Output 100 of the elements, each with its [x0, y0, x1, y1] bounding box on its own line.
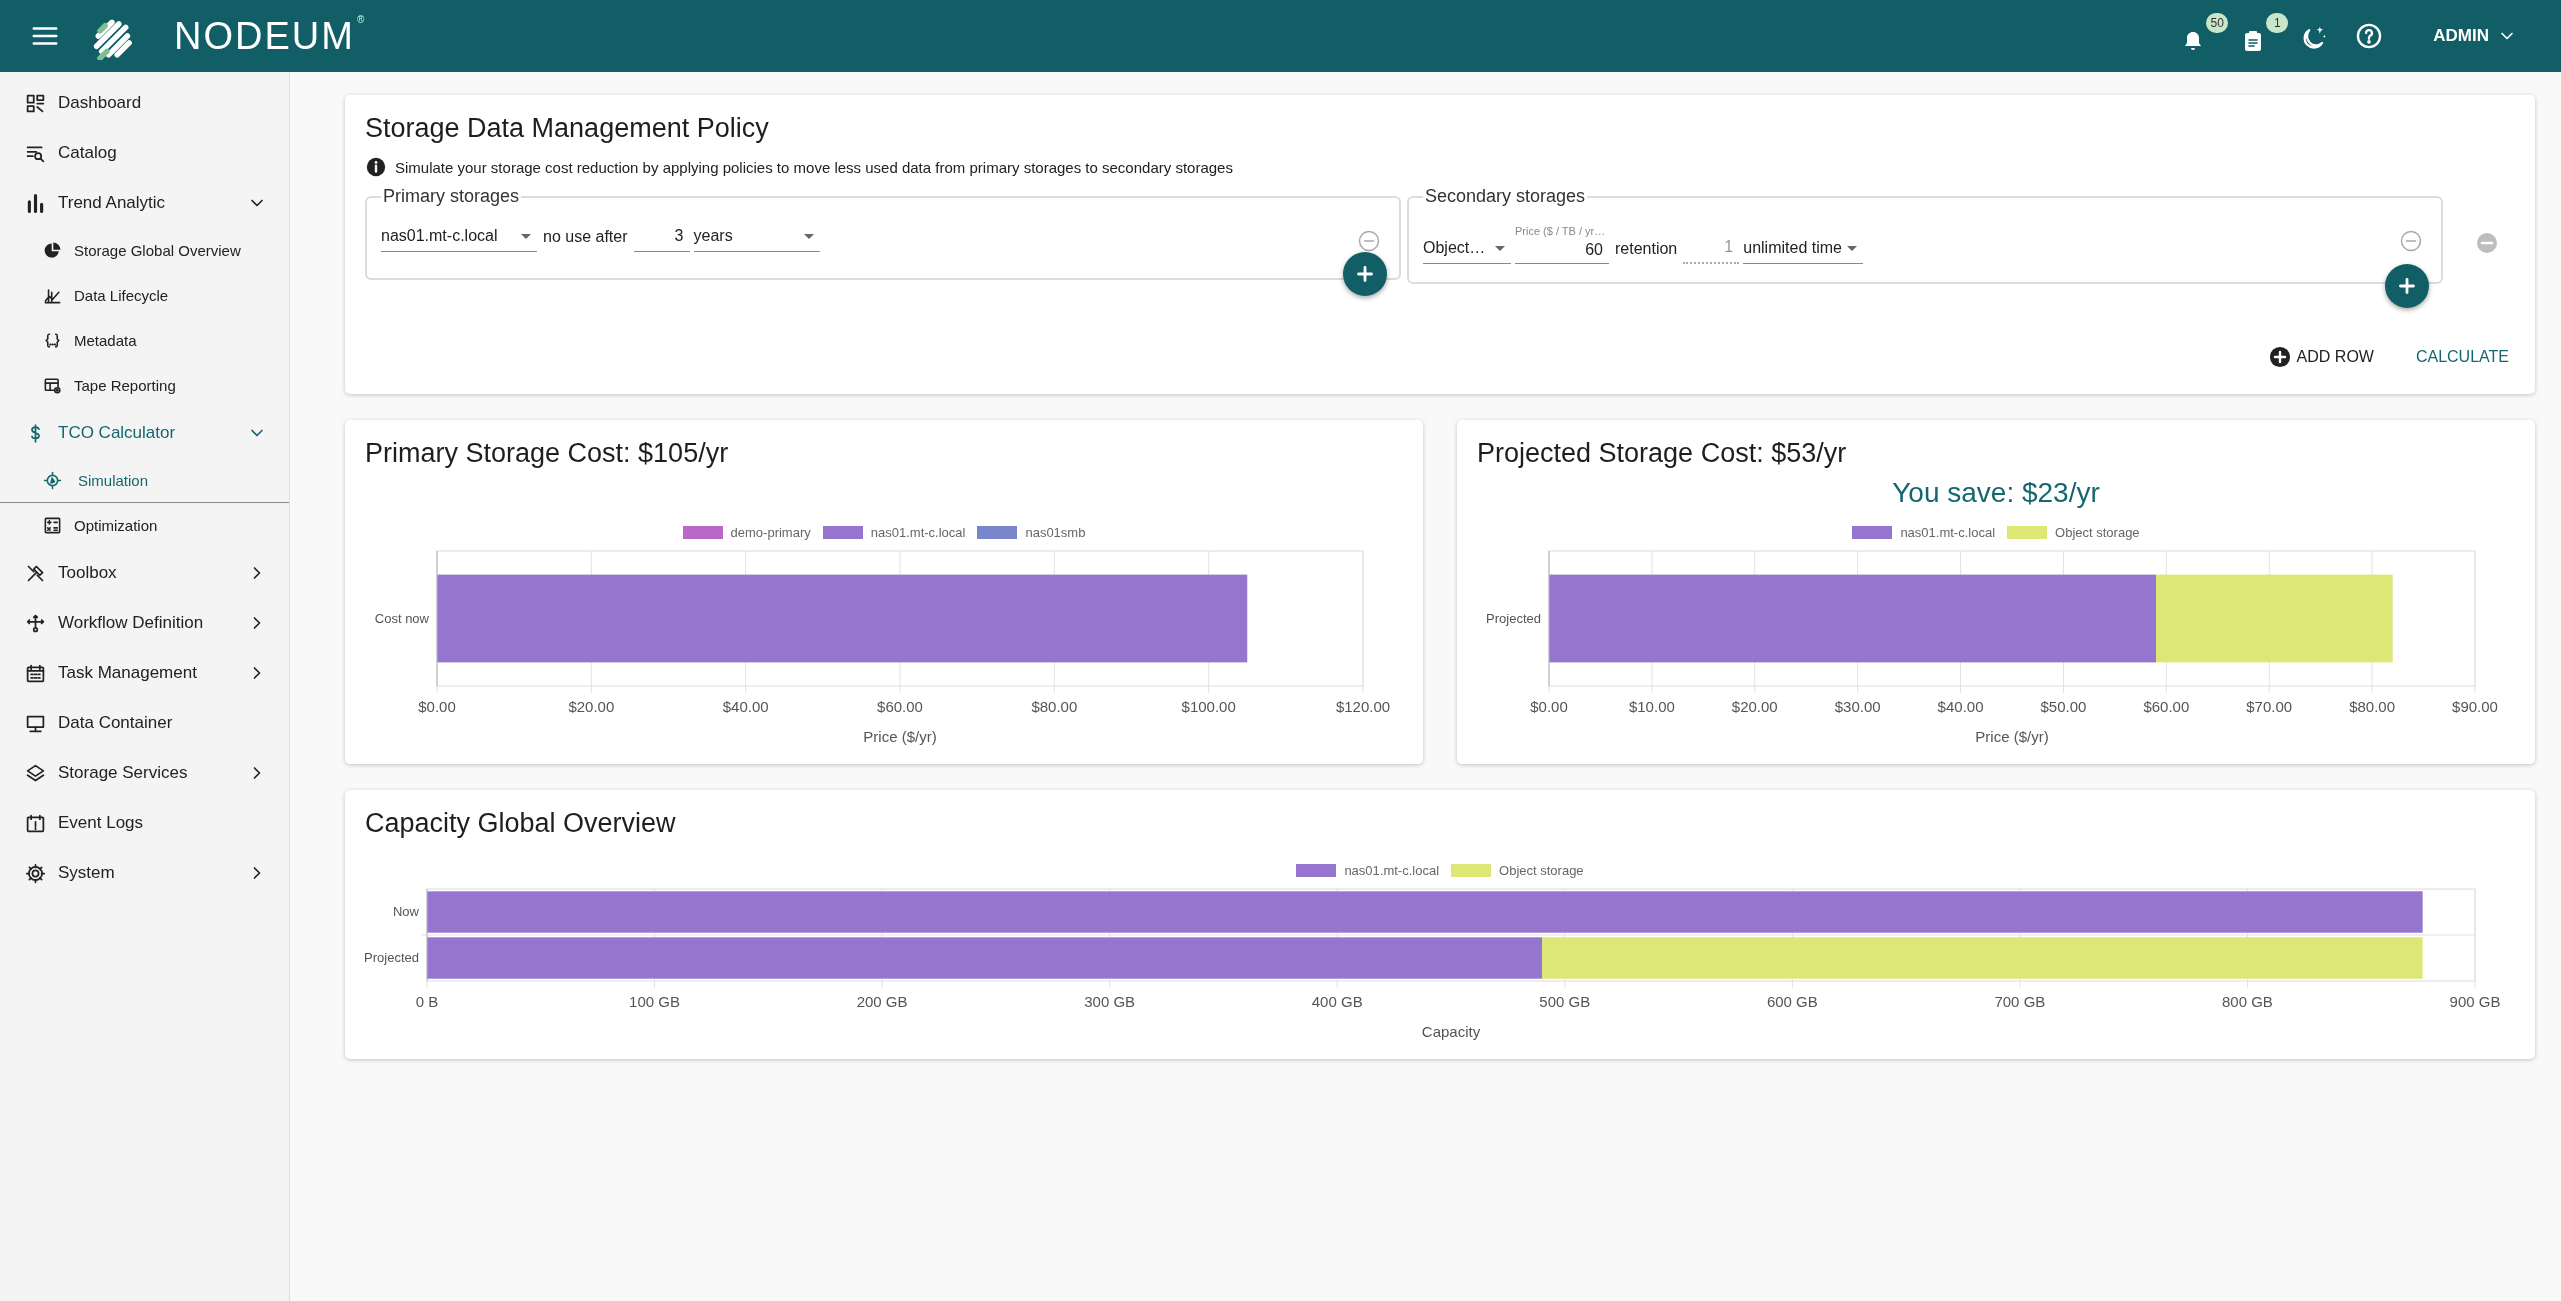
sidebar-subitem[interactable]: Simulation	[0, 458, 289, 503]
storage-select[interactable]: Object…	[1423, 233, 1511, 264]
arrows-icon	[25, 612, 46, 634]
sidebar-item[interactable]: Data Container	[0, 698, 289, 748]
legend-label: nas01.mt-c.local	[1344, 862, 1440, 878]
axis-tick-label: $80.00	[1031, 698, 1078, 715]
sidebar-subitem[interactable]: Data Lifecycle	[0, 273, 289, 318]
pie-chart-icon	[43, 241, 62, 260]
axis-tick-label: $0.00	[1530, 698, 1568, 715]
calendar-alert-icon	[25, 812, 46, 834]
legend-label: nas01smb	[1025, 524, 1086, 540]
axis-tick-label: $50.00	[2040, 698, 2087, 715]
axis-tick-label: $90.00	[2452, 698, 2498, 715]
notification-badge: 50	[2206, 13, 2229, 33]
compass-icon	[43, 470, 62, 490]
axis-tick-label: $10.00	[1628, 698, 1675, 715]
axis-tick-label: $30.00	[1834, 698, 1881, 715]
category-label: Projected	[1486, 610, 1541, 626]
info-text: Simulate your storage cost reduction by applying policies to move less used data from primary storages to secondary storages	[395, 158, 1233, 176]
unit-select[interactable]: years	[693, 221, 820, 252]
axis-tick-label: 400 GB	[1311, 993, 1363, 1010]
help-icon[interactable]	[2355, 22, 2384, 50]
axis-tick-label: $40.00	[722, 698, 769, 715]
grid-icon	[25, 92, 46, 114]
axis-tick-label: 800 GB	[2222, 993, 2273, 1010]
axis-tick-label: $40.00	[1937, 698, 1984, 715]
add-row-button[interactable]: ADD ROW	[2268, 342, 2374, 372]
info-icon	[365, 156, 387, 178]
category-label: Cost now	[374, 610, 429, 626]
calendar-icon	[25, 662, 46, 684]
card-title: Projected Storage Cost: $53/yr	[1477, 438, 1848, 469]
bar-chart-icon	[25, 192, 46, 214]
axis-title: Price ($/yr)	[863, 728, 937, 745]
axis-tick-label: $80.00	[2349, 698, 2396, 715]
storage-select[interactable]: nas01.mt-c.local	[381, 221, 537, 252]
sidebar-item[interactable]: Task Management	[0, 648, 289, 698]
sidebar-subitem[interactable]: Tape Reporting	[0, 363, 289, 408]
line-chart-icon	[43, 286, 62, 305]
axis-tick-label: 700 GB	[1994, 993, 2046, 1010]
add-button[interactable]	[1343, 252, 1387, 296]
card-title: Capacity Global Overview	[365, 808, 677, 839]
sidebar-item[interactable]: Workflow Definition	[0, 598, 289, 648]
category-label: Projected	[365, 950, 419, 965]
price-field[interactable]: Price ($ / TB / yr… 60	[1515, 221, 1609, 264]
sidebar-item[interactable]: System	[0, 848, 289, 898]
logo-text: NODEUM	[174, 14, 355, 58]
axis-tick-label: $20.00	[568, 698, 615, 715]
axis-tick-label: $120.00	[1335, 698, 1391, 715]
sidebar-item[interactable]: Storage Services	[0, 748, 289, 798]
user-menu-button[interactable]: ADMIN	[2429, 22, 2521, 50]
axis-title: Price ($/yr)	[1975, 728, 2049, 745]
settings-icon	[25, 862, 46, 884]
sidebar-item[interactable]: Toolbox	[0, 548, 289, 598]
braces-icon	[43, 331, 62, 350]
sidebar-subitem[interactable]: Storage Global Overview	[0, 228, 289, 273]
axis-tick-label: $60.00	[2143, 698, 2190, 715]
sidebar-subitem[interactable]: Metadata	[0, 318, 289, 363]
axis-tick-label: 200 GB	[856, 993, 908, 1010]
amount-field[interactable]: 3	[633, 221, 690, 252]
axis-tick-label: $0.00	[418, 698, 456, 715]
axis-tick-label: 600 GB	[1766, 993, 1818, 1010]
field-label: retention	[1614, 239, 1679, 259]
table-eye-icon	[43, 376, 62, 395]
add-button[interactable]	[2385, 264, 2429, 308]
sidebar-item[interactable]: Catalog	[0, 128, 289, 178]
group-legend: Secondary storages	[1423, 186, 1588, 207]
plus-circle-icon	[2268, 346, 2291, 368]
axis-tick-label: $20.00	[1731, 698, 1778, 715]
legend-label: Object storage	[1499, 862, 1584, 878]
sidebar-item[interactable]: TCO Calculator	[0, 408, 289, 458]
savings-text: You save: $23/yr	[1891, 477, 2101, 509]
card-title: Storage Data Management Policy	[365, 113, 770, 144]
axis-tick-label: $100.00	[1181, 698, 1236, 715]
dropdown-caret-icon	[1495, 245, 1505, 251]
layers-icon	[25, 762, 46, 784]
task-badge: 1	[2266, 13, 2289, 33]
dropdown-caret-icon	[1847, 245, 1858, 251]
sidebar-item[interactable]: Event Logs	[0, 798, 289, 848]
calculator-icon	[43, 516, 62, 535]
category-label: Now	[393, 904, 419, 919]
legend-label: Object storage	[2055, 524, 2140, 540]
registered-mark: ®	[356, 14, 365, 25]
axis-tick-label: 300 GB	[1084, 993, 1136, 1010]
legend-label: nas01.mt-c.local	[1900, 524, 1996, 540]
card-title: Primary Storage Cost: $105/yr	[365, 438, 730, 469]
legend-label: demo-primary	[730, 524, 811, 540]
axis-tick-label: $60.00	[877, 698, 923, 715]
group-legend: Primary storages	[381, 186, 522, 207]
sidebar-subitem[interactable]: Optimization	[0, 503, 289, 548]
legend-label: nas01.mt-c.local	[870, 524, 966, 540]
sidebar-item[interactable]: Trend Analytic	[0, 178, 289, 228]
calculate-button[interactable]: CALCULATE	[2415, 342, 2509, 372]
axis-title: Capacity	[1421, 1023, 1481, 1040]
axis-tick-label: 900 GB	[2449, 993, 2501, 1010]
retention-select[interactable]: unlimited time	[1743, 233, 1864, 264]
dropdown-caret-icon	[521, 233, 531, 239]
sidebar-item[interactable]: Dashboard	[0, 78, 289, 128]
field-label: no use after	[542, 227, 629, 247]
axis-tick-label: 100 GB	[629, 993, 680, 1010]
axis-tick-label: 500 GB	[1539, 993, 1591, 1010]
